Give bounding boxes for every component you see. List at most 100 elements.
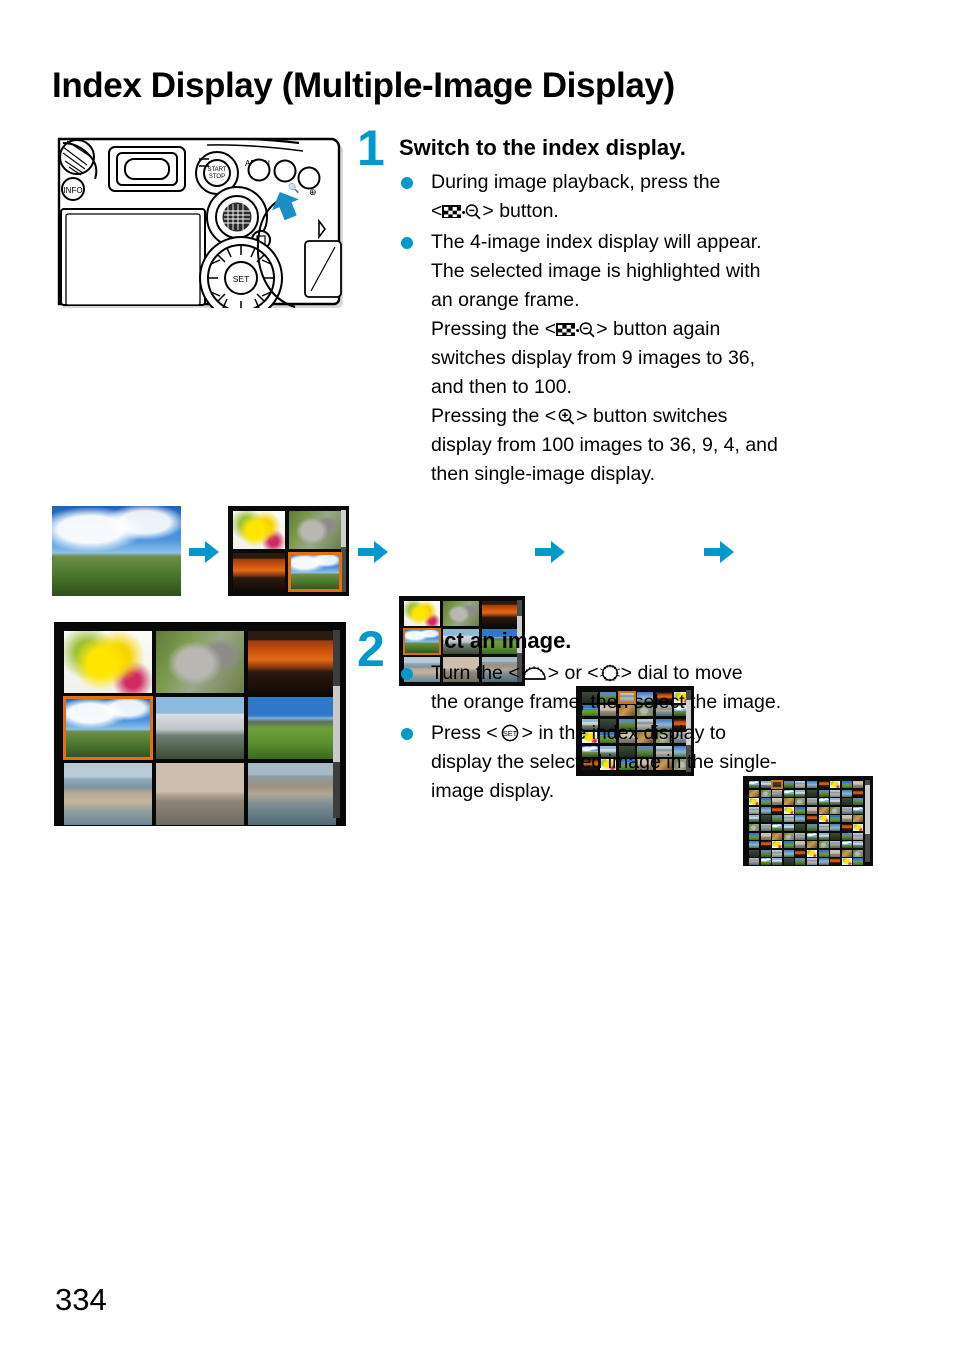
thumbnail-cell bbox=[749, 841, 759, 849]
svg-text:STOP: STOP bbox=[209, 174, 225, 180]
svg-text:START: START bbox=[207, 167, 226, 173]
thumbnail-cell-selected[interactable] bbox=[63, 696, 153, 760]
thumbnail-cell[interactable] bbox=[156, 697, 244, 759]
text-line: During image playback, press the bbox=[431, 171, 721, 193]
bullet-dot-icon bbox=[401, 237, 413, 249]
thumbnail-cell bbox=[806, 841, 817, 849]
sequence-frame-4 bbox=[228, 506, 349, 596]
thumbnail-cell bbox=[760, 815, 771, 823]
text-line: and then to 100. bbox=[431, 376, 572, 398]
text-line: The 4-image index display will appear. bbox=[431, 231, 762, 253]
thumbnail-cell bbox=[795, 832, 806, 840]
text-line: image display. bbox=[431, 780, 555, 802]
thumbnail-cell bbox=[841, 858, 852, 866]
svg-text:SET: SET bbox=[233, 274, 250, 284]
bullet-item: The 4-image index display will appear. T… bbox=[399, 228, 869, 489]
step-2-number: 2 bbox=[357, 621, 385, 677]
thumbnail-cell bbox=[806, 823, 817, 831]
thumbnail-cell bbox=[795, 849, 806, 857]
thumbnail-cell bbox=[795, 815, 806, 823]
page-title: Index Display (Multiple-Image Display) bbox=[52, 66, 675, 105]
thumbnail-alpine-cabin bbox=[52, 506, 181, 596]
text-line-with-icon: Pressing the < > button again bbox=[431, 318, 721, 340]
step-1-body: During image playback, press the < > but… bbox=[399, 168, 869, 491]
thumbnail-cell bbox=[772, 815, 783, 823]
thumbnail-cell bbox=[830, 815, 841, 823]
sequence-frame-single bbox=[52, 506, 181, 596]
thumbnail-cell bbox=[853, 823, 864, 831]
thumbnail-cell bbox=[749, 858, 759, 866]
thumbnail-cell bbox=[443, 601, 479, 626]
text-line: the orange frame, then select the image. bbox=[431, 691, 782, 713]
thumbnail-cell bbox=[760, 832, 771, 840]
right-arrow-icon bbox=[189, 540, 221, 564]
thumbnail-cell bbox=[783, 841, 794, 849]
thumbnail-cell bbox=[806, 832, 817, 840]
text-line-with-icon: Press < SET > in the index display to bbox=[431, 722, 726, 744]
step-1-heading: Switch to the index display. bbox=[399, 135, 686, 160]
svg-text:⊕: ⊕ bbox=[309, 187, 317, 197]
thumbnail-cell bbox=[795, 841, 806, 849]
thumbnail-cell bbox=[841, 823, 852, 831]
thumbnail-cell[interactable] bbox=[64, 631, 152, 693]
thumbnail-cell bbox=[853, 841, 864, 849]
thumbnail-cell bbox=[795, 823, 806, 831]
bullet-item: During image playback, press the < > but… bbox=[399, 168, 869, 226]
svg-text:🔍: 🔍 bbox=[288, 182, 299, 193]
thumbnail-cell bbox=[783, 849, 794, 857]
thumbnail-cell[interactable] bbox=[156, 631, 244, 693]
thumbnail-cell bbox=[806, 815, 817, 823]
thumbnail-cell bbox=[772, 823, 783, 831]
scrollbar[interactable] bbox=[341, 510, 346, 592]
thumbnail-cell[interactable] bbox=[248, 763, 336, 825]
thumbnail-cell bbox=[818, 815, 829, 823]
scrollbar[interactable] bbox=[333, 630, 340, 818]
thumbnail-cell bbox=[806, 858, 817, 866]
main-dial-icon bbox=[520, 664, 548, 682]
index-magnify-minus-icon bbox=[442, 202, 482, 220]
thumbnail-cell bbox=[853, 858, 864, 866]
thumbnail-cell bbox=[830, 823, 841, 831]
nine-image-index-display bbox=[54, 622, 346, 826]
thumbnail-cell[interactable] bbox=[248, 631, 336, 693]
text-line: switches display from 9 images to 36, bbox=[431, 347, 756, 369]
index-display-progression bbox=[52, 506, 877, 866]
quick-control-dial-icon bbox=[599, 664, 621, 682]
bullet-dot-icon bbox=[401, 668, 413, 680]
thumbnail-cell bbox=[818, 858, 829, 866]
right-arrow-icon bbox=[358, 540, 390, 564]
bullet-item: Turn the < > or < > dial to move the ora… bbox=[399, 659, 879, 717]
thumbnail-cell[interactable] bbox=[156, 763, 244, 825]
thumbnail-cell bbox=[233, 553, 285, 591]
bullet-dot-icon bbox=[401, 728, 413, 740]
magnify-plus-icon bbox=[556, 407, 576, 425]
text-line-with-icon: Pressing the < > button switches bbox=[431, 405, 728, 427]
text-line-with-icon: Turn the < > or < > dial to move bbox=[431, 662, 743, 684]
bullet-dot-icon bbox=[401, 177, 413, 189]
text-line: display the selected image in the single… bbox=[431, 751, 777, 773]
thumbnail-cell[interactable] bbox=[248, 697, 336, 759]
thumbnail-cell bbox=[749, 823, 759, 831]
set-button-icon: SET bbox=[498, 724, 522, 742]
right-arrow-icon bbox=[535, 540, 567, 564]
step-1-number: 1 bbox=[357, 120, 385, 176]
thumbnail-cell[interactable] bbox=[64, 763, 152, 825]
thumbnail-cell bbox=[818, 841, 829, 849]
thumbnail-cell bbox=[818, 823, 829, 831]
thumbnail-cell bbox=[783, 815, 794, 823]
bullet-item: Press < SET > in the index display to di… bbox=[399, 719, 879, 806]
camera-rear-view-illustration: INFO AF-ON START STOP 🔍 ⊕ bbox=[57, 133, 345, 310]
thumbnail-cell bbox=[795, 858, 806, 866]
thumbnail-cell bbox=[749, 815, 759, 823]
thumbnail-cell bbox=[772, 849, 783, 857]
thumbnail-cell bbox=[830, 858, 841, 866]
page-number: 334 bbox=[55, 1282, 107, 1317]
thumbnail-cell bbox=[830, 841, 841, 849]
thumbnail-cell bbox=[783, 858, 794, 866]
thumbnail-cell bbox=[772, 832, 783, 840]
thumbnail-cell bbox=[806, 849, 817, 857]
manual-page: Index Display (Multiple-Image Display) I… bbox=[0, 0, 954, 1345]
step-2-body: Turn the < > or < > dial to move the ora… bbox=[399, 659, 879, 808]
index-magnify-minus-icon bbox=[556, 320, 596, 338]
thumbnail-cell bbox=[841, 841, 852, 849]
